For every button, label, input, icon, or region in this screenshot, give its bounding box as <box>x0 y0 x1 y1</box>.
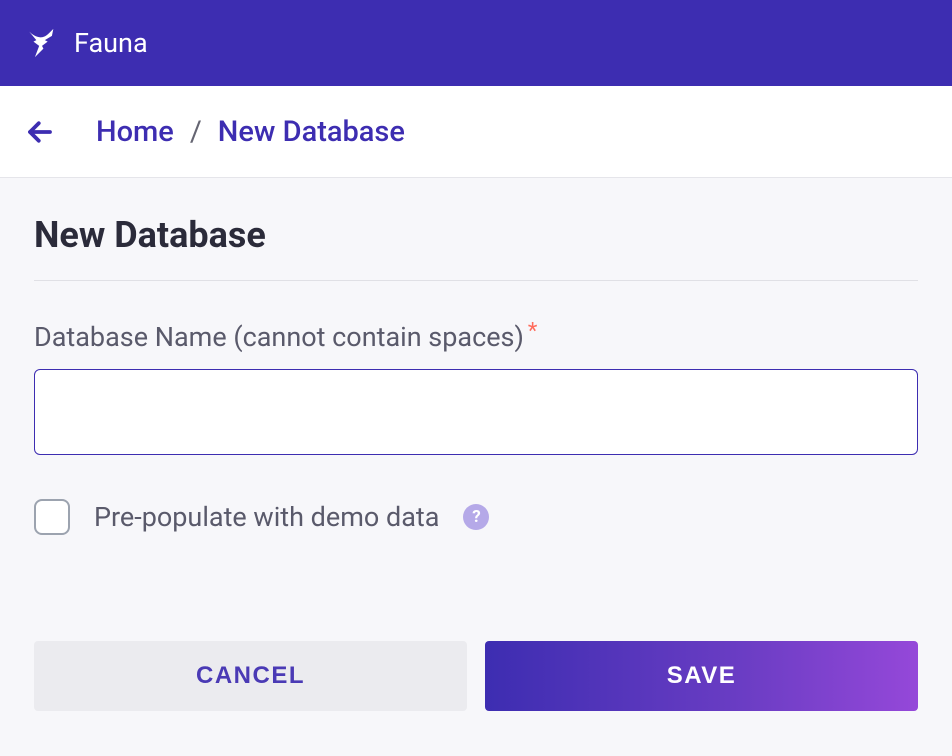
help-icon[interactable]: ? <box>463 504 489 530</box>
save-button[interactable]: SAVE <box>485 641 918 711</box>
required-asterisk: * <box>528 319 537 344</box>
fauna-logo-icon <box>24 25 60 61</box>
page-title: New Database <box>34 214 918 281</box>
breadcrumb-home-link[interactable]: Home <box>96 115 174 149</box>
demo-data-row: Pre-populate with demo data ? <box>34 499 918 535</box>
content-area: New Database Database Name (cannot conta… <box>0 178 952 747</box>
breadcrumb-separator: / <box>190 115 202 149</box>
back-arrow-icon[interactable] <box>24 116 56 148</box>
demo-data-checkbox[interactable] <box>34 499 70 535</box>
cancel-button[interactable]: CANCEL <box>34 641 467 711</box>
database-name-input[interactable] <box>34 369 918 455</box>
brand-name: Fauna <box>74 27 148 59</box>
database-name-label: Database Name (cannot contain spaces) * <box>34 321 918 353</box>
button-row: CANCEL SAVE <box>34 641 918 711</box>
breadcrumb: Home / New Database <box>96 115 405 149</box>
breadcrumb-current: New Database <box>218 115 405 149</box>
demo-data-label: Pre-populate with demo data <box>94 501 439 533</box>
app-header: Fauna <box>0 0 952 86</box>
breadcrumb-bar: Home / New Database <box>0 86 952 178</box>
